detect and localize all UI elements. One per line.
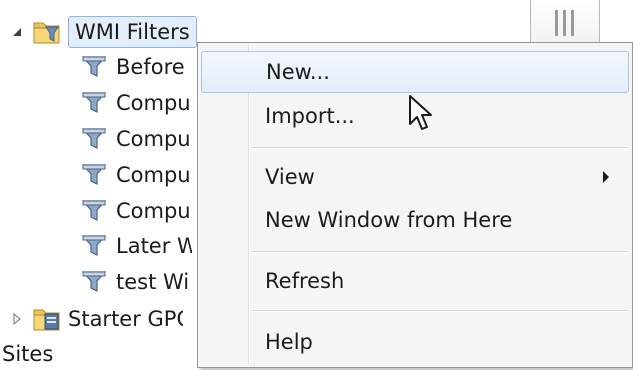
- menu-item-new-window-from-here[interactable]: New Window from Here: [201, 199, 629, 241]
- tree-item-sites[interactable]: Sites: [2, 336, 53, 370]
- tree-item-label: Later W: [116, 234, 192, 258]
- grip-line: [563, 10, 566, 36]
- tree-item-label: Before: [116, 55, 185, 79]
- collapsed-triangle-icon[interactable]: [10, 312, 24, 326]
- menu-separator: [252, 310, 628, 312]
- folder-gpo-icon: [32, 305, 62, 333]
- menu-item-new[interactable]: New...: [201, 51, 629, 93]
- menu-separator: [252, 251, 628, 253]
- screenshot-canvas: WMI Filters Before Compu Compu Compu Com…: [0, 0, 633, 370]
- menu-item-label: New Window from Here: [265, 208, 513, 232]
- tree-item-label: Compu: [116, 127, 191, 151]
- filter-icon: [80, 197, 108, 225]
- filter-icon: [80, 161, 108, 189]
- tree-item-filter[interactable]: test Wi: [80, 264, 192, 300]
- filter-icon: [80, 89, 108, 117]
- tree-item-filter[interactable]: Compu: [80, 85, 192, 121]
- menu-separator: [252, 147, 628, 149]
- tree-item-label: Sites: [2, 342, 54, 366]
- menu-item-view[interactable]: View: [201, 156, 629, 198]
- filter-icon: [80, 53, 108, 81]
- grip-line: [571, 10, 574, 36]
- tree-item-label: Compu: [116, 199, 191, 223]
- tree-item-filter[interactable]: Compu: [80, 157, 192, 193]
- tree-item-wmi-filters[interactable]: WMI Filters: [10, 14, 197, 50]
- filter-icon: [80, 125, 108, 153]
- menu-item-label: New...: [266, 60, 330, 84]
- tree-item-filter[interactable]: Compu: [80, 193, 192, 229]
- filter-icon: [80, 232, 108, 260]
- tree-item-label: Compu: [116, 91, 191, 115]
- filter-icon: [80, 268, 108, 296]
- menu-item-label: Import...: [265, 104, 355, 128]
- tree-item-starter-gpos[interactable]: Starter GPO: [10, 301, 183, 337]
- tree-item-filter[interactable]: Compu: [80, 121, 192, 157]
- menu-item-label: View: [265, 165, 315, 189]
- scrollbar-thumb[interactable]: [530, 0, 600, 44]
- context-menu: New... Import... View New Window from He…: [197, 42, 633, 368]
- submenu-arrow-icon: [603, 171, 609, 183]
- tree-item-label: Compu: [116, 163, 191, 187]
- tree-item-label: WMI Filters: [68, 16, 197, 48]
- mouse-pointer-icon: [408, 94, 434, 134]
- menu-item-refresh[interactable]: Refresh: [201, 260, 629, 302]
- expanded-triangle-icon[interactable]: [10, 25, 24, 39]
- tree-item-label: test Wi: [116, 270, 190, 294]
- tree-item-filter[interactable]: Before: [80, 49, 192, 85]
- tree-item-filter[interactable]: Later W: [80, 228, 192, 264]
- grip-line: [555, 10, 558, 36]
- folder-filter-icon: [32, 18, 62, 46]
- tree-item-label: Starter GPO: [68, 307, 183, 331]
- menu-item-label: Help: [265, 330, 313, 354]
- menu-item-label: Refresh: [265, 269, 345, 293]
- menu-item-help[interactable]: Help: [201, 321, 629, 363]
